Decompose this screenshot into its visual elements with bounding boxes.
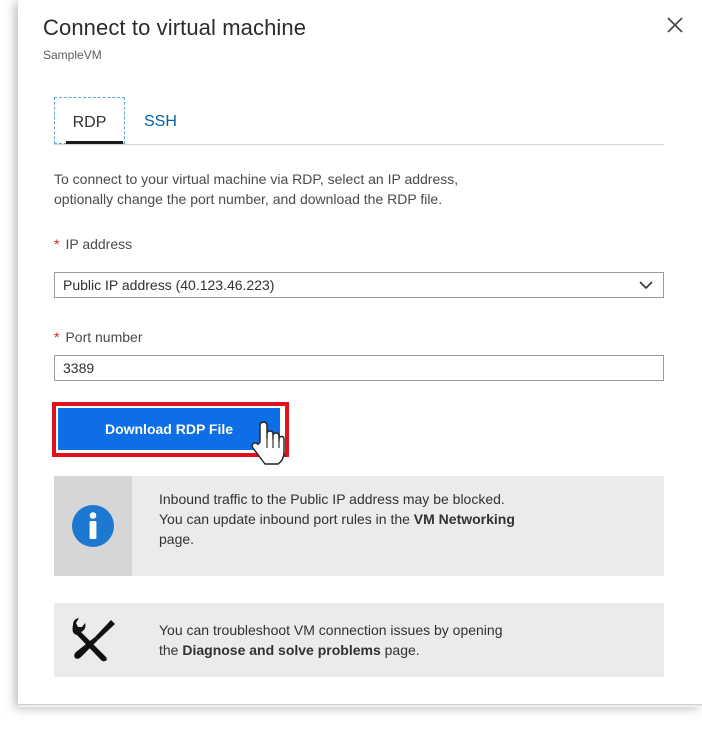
description-line-1: To connect to your virtual machine via R… [54,171,459,187]
troubleshoot-line-2-prefix: the [159,642,183,658]
tools-icon [72,618,115,662]
active-tab-indicator [66,141,123,144]
required-marker: * [54,236,60,252]
info-message-box: Inbound traffic to the Public IP address… [54,476,664,576]
diagnose-and-solve-link[interactable]: Diagnose and solve problems [182,642,380,658]
info-icon-cell [54,476,132,576]
tab-rdp-label: RDP [72,114,107,131]
troubleshoot-message-box: You can troubleshoot VM connection issue… [54,603,664,677]
hand-pointer-icon [251,421,285,465]
troubleshoot-line-1: You can troubleshoot VM connection issue… [159,622,503,638]
tab-ssh[interactable]: SSH [144,97,184,144]
download-rdp-button[interactable]: Download RDP File [58,408,280,450]
dialog-title: Connect to virtual machine [43,15,307,40]
required-marker: * [54,329,60,345]
info-line-2: You can update inbound port rules in the… [159,509,659,529]
tab-bar: RDP SSH [54,97,664,145]
info-icon [72,505,114,547]
info-message: Inbound traffic to the Public IP address… [159,489,659,549]
description-line-2: optionally change the port number, and d… [54,191,443,207]
info-line-1: Inbound traffic to the Public IP address… [159,491,505,507]
port-number-label: * Port number [54,329,143,345]
ip-address-label: * IP address [54,236,132,252]
panel-shadow [18,704,702,707]
rdp-description: To connect to your virtual machine via R… [54,169,664,209]
port-number-input[interactable]: 3389 [54,355,664,381]
troubleshoot-line-2: the Diagnose and solve problems page. [159,640,659,660]
tab-divider [54,144,664,145]
port-number-label-text: Port number [65,329,143,345]
chevron-down-icon [639,281,653,290]
close-icon[interactable] [664,14,686,36]
info-line-3: page. [159,531,195,547]
ip-address-label-text: IP address [65,236,133,252]
tab-rdp[interactable]: RDP [54,97,125,144]
ip-address-select[interactable]: Public IP address (40.123.46.223) [54,272,664,298]
info-line-2-text: You can update inbound port rules in the [159,511,414,527]
troubleshoot-line-2-suffix: page. [380,642,420,658]
dialog-subtitle: SampleVM [43,48,102,62]
ip-address-value: Public IP address (40.123.46.223) [63,277,275,293]
vm-networking-link[interactable]: VM Networking [414,511,515,527]
troubleshoot-message: You can troubleshoot VM connection issue… [159,620,659,660]
